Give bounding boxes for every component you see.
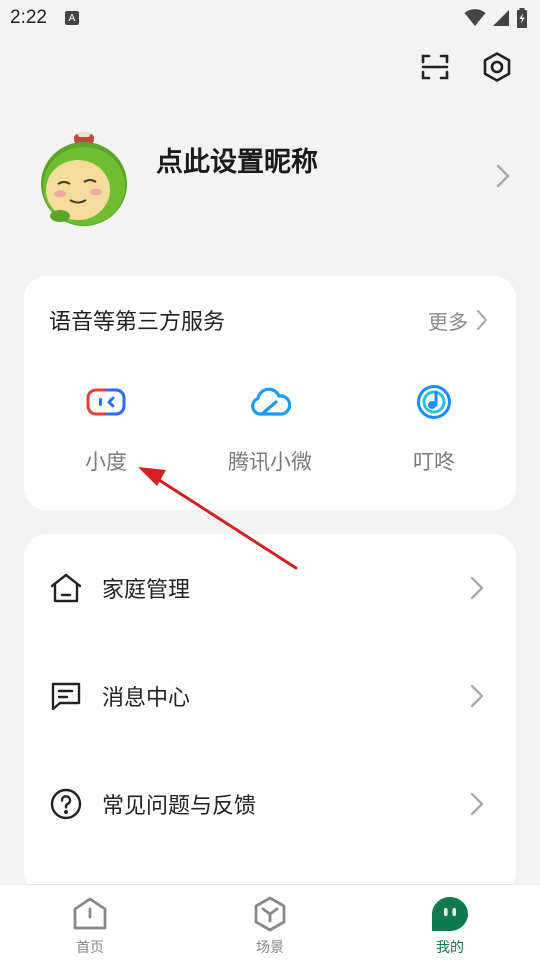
- home-tab-icon: [71, 895, 109, 933]
- chevron-right-icon: [496, 164, 510, 188]
- menu-item-faq-feedback[interactable]: 常见问题与反馈: [24, 774, 516, 834]
- profile-tab-icon: [431, 895, 469, 933]
- service-label: 小度: [85, 450, 127, 474]
- dingdong-icon: [412, 380, 456, 424]
- message-icon: [49, 679, 83, 713]
- service-items: 小度 腾讯小微 叮咚: [24, 380, 516, 476]
- services-header: 语音等第三方服务 更多: [49, 304, 488, 336]
- bottom-nav: 首页 场景 我的: [0, 884, 540, 960]
- status-time: 2:22: [10, 7, 47, 28]
- chevron-right-icon: [476, 309, 488, 331]
- menu-item-message-center[interactable]: 消息中心: [24, 666, 516, 726]
- services-card: 语音等第三方服务 更多 小度 腾讯小微 叮咚: [24, 276, 516, 510]
- cell-signal-icon: [493, 10, 509, 26]
- scan-button[interactable]: [418, 50, 452, 84]
- more-label: 更多: [428, 309, 468, 334]
- help-icon: [49, 787, 83, 821]
- nav-label: 场景: [256, 940, 284, 956]
- tab-mine[interactable]: 我的: [360, 885, 540, 960]
- settings-button[interactable]: [480, 50, 514, 84]
- scan-icon: [421, 54, 449, 80]
- top-actions: [418, 50, 514, 84]
- menu-label: 家庭管理: [102, 578, 191, 603]
- settings-icon: [483, 52, 511, 82]
- menu-label: 常见问题与反馈: [102, 794, 257, 819]
- xiaodu-icon: [84, 380, 128, 424]
- service-item-xiaodu[interactable]: 小度: [24, 380, 188, 476]
- profile-section[interactable]: 点此设置昵称: [38, 130, 518, 230]
- scene-tab-icon: [251, 895, 289, 933]
- chevron-right-icon: [470, 576, 484, 600]
- status-left: 2:22 A: [10, 7, 79, 29]
- nav-label: 我的: [436, 940, 464, 956]
- services-title: 语音等第三方服务: [49, 310, 226, 335]
- service-item-tencent-xiaowei[interactable]: 腾讯小微: [188, 380, 352, 476]
- menu-item-family-management[interactable]: 家庭管理: [24, 558, 516, 618]
- service-label: 腾讯小微: [228, 450, 312, 474]
- more-link[interactable]: 更多: [428, 306, 488, 335]
- status-bar: 2:22 A: [0, 0, 540, 36]
- nav-label: 首页: [76, 940, 104, 956]
- tab-home[interactable]: 首页: [0, 885, 180, 960]
- chevron-right-icon: [470, 792, 484, 816]
- status-right: [464, 8, 528, 28]
- service-item-dingdong[interactable]: 叮咚: [352, 380, 516, 476]
- chevron-right-icon: [470, 684, 484, 708]
- wifi-icon: [464, 9, 486, 26]
- menu-label: 消息中心: [102, 686, 191, 711]
- nickname-label: 点此设置昵称: [156, 147, 318, 178]
- avatar: [41, 132, 127, 226]
- home-icon: [49, 571, 83, 605]
- menu-card: 家庭管理 消息中心 常见问题与反馈: [24, 534, 516, 894]
- tab-scene[interactable]: 场景: [180, 885, 360, 960]
- notification-a-icon: A: [64, 11, 79, 25]
- tencent-xiaowei-icon: [248, 380, 292, 424]
- battery-icon: [517, 8, 527, 28]
- service-label: 叮咚: [413, 450, 455, 474]
